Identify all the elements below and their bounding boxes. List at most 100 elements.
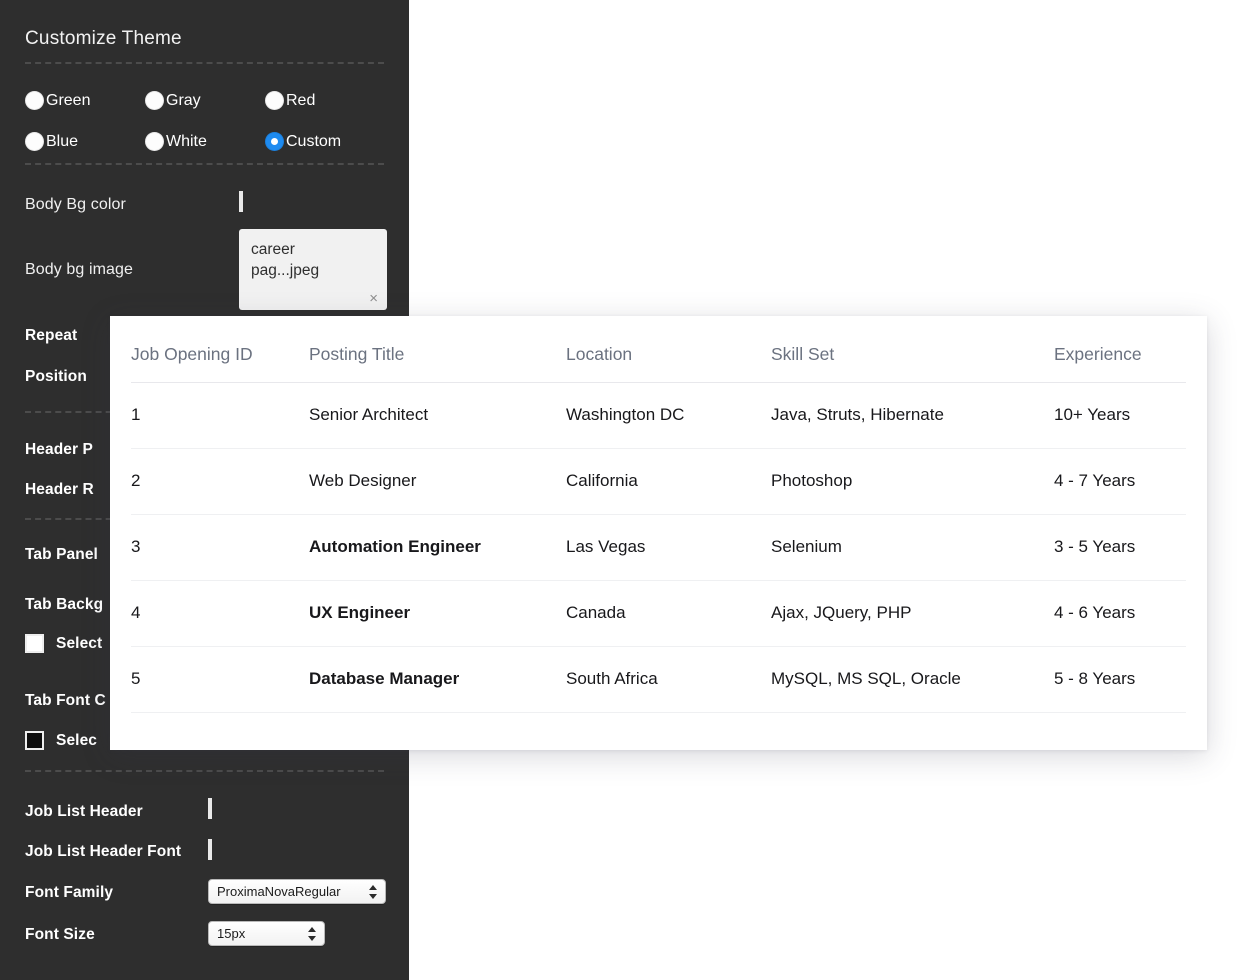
theme-radio-group: Green Gray Red Blue White Custom xyxy=(25,80,385,162)
field-label: Job List Header xyxy=(25,803,143,821)
field-font-size: Font Size xyxy=(25,926,95,944)
field-label: Body bg image xyxy=(25,261,133,279)
cell-experience: 4 - 7 Years xyxy=(1054,449,1186,515)
column-header-location[interactable]: Location xyxy=(566,316,771,383)
radio-label: Gray xyxy=(166,92,201,110)
divider xyxy=(25,62,384,64)
font-family-select[interactable]: ProximaNovaRegular xyxy=(208,879,386,904)
field-label: Header P xyxy=(25,441,93,459)
cell-location: Canada xyxy=(566,581,771,647)
body-bg-color-swatch[interactable] xyxy=(239,193,243,211)
radio-icon[interactable] xyxy=(145,132,164,151)
cell-skill-set: Selenium xyxy=(771,515,1054,581)
cell-job-opening-id: 1 xyxy=(131,383,309,449)
field-repeat: Repeat xyxy=(25,327,77,345)
panel-title: Customize Theme xyxy=(25,28,182,50)
table-row[interactable]: 4 UX Engineer Canada Ajax, JQuery, PHP 4… xyxy=(131,581,1186,647)
cell-experience: 10+ Years xyxy=(1054,383,1186,449)
cell-location: Las Vegas xyxy=(566,515,771,581)
field-body-bg-image: Body bg image xyxy=(25,261,133,279)
field-label: Header R xyxy=(25,481,94,499)
job-list-preview-panel: Job Opening ID Posting Title Location Sk… xyxy=(110,316,1207,750)
field-font-family: Font Family xyxy=(25,884,113,902)
radio-icon[interactable] xyxy=(25,132,44,151)
select-label: Selec xyxy=(56,732,97,750)
tab-background-color-picker[interactable]: Select xyxy=(25,634,102,653)
table-row[interactable]: 3 Automation Engineer Las Vegas Selenium… xyxy=(131,515,1186,581)
field-label: Repeat xyxy=(25,327,77,345)
field-header-p: Header P xyxy=(25,441,93,459)
radio-label: Green xyxy=(46,92,90,110)
radio-label: Blue xyxy=(46,133,78,151)
table-row[interactable]: 2 Web Designer California Photoshop 4 - … xyxy=(131,449,1186,515)
field-position: Position xyxy=(25,368,87,386)
cell-skill-set: Java, Struts, Hibernate xyxy=(771,383,1054,449)
color-swatch-icon[interactable] xyxy=(25,634,44,653)
job-list-header-swatch[interactable] xyxy=(208,800,212,818)
font-size-select[interactable]: 15px xyxy=(208,921,325,946)
radio-option-gray[interactable]: Gray xyxy=(145,91,265,110)
theme-radio-row: Blue White Custom xyxy=(25,121,385,162)
file-name-line1: career xyxy=(251,239,375,260)
radio-option-blue[interactable]: Blue xyxy=(25,132,145,151)
cell-job-opening-id: 4 xyxy=(131,581,309,647)
stepper-arrows-icon[interactable] xyxy=(308,926,317,942)
cell-skill-set: Ajax, JQuery, PHP xyxy=(771,581,1054,647)
file-name-line2: pag...jpeg xyxy=(251,260,375,281)
radio-option-white[interactable]: White xyxy=(145,132,265,151)
field-body-bg-color: Body Bg color xyxy=(25,196,126,214)
field-label: Tab Font C xyxy=(25,692,106,710)
stepper-arrows-icon[interactable] xyxy=(369,884,378,900)
field-label: Tab Panel xyxy=(25,546,98,564)
radio-option-green[interactable]: Green xyxy=(25,91,145,110)
tab-font-color-picker[interactable]: Selec xyxy=(25,731,97,750)
color-swatch-icon[interactable] xyxy=(239,191,243,212)
radio-label: Custom xyxy=(286,133,341,151)
cell-job-opening-id: 5 xyxy=(131,647,309,713)
radio-icon[interactable] xyxy=(25,91,44,110)
theme-radio-row: Green Gray Red xyxy=(25,80,385,121)
radio-option-red[interactable]: Red xyxy=(265,91,385,110)
column-header-skill-set[interactable]: Skill Set xyxy=(771,316,1054,383)
color-swatch-icon[interactable] xyxy=(25,731,44,750)
radio-label: White xyxy=(166,133,207,151)
job-list-header-font-swatch[interactable] xyxy=(208,841,212,859)
cell-posting-title: UX Engineer xyxy=(309,581,566,647)
cell-location: California xyxy=(566,449,771,515)
field-tab-background: Tab Backg xyxy=(25,596,103,614)
cell-location: South Africa xyxy=(566,647,771,713)
cell-skill-set: Photoshop xyxy=(771,449,1054,515)
field-label: Font Size xyxy=(25,926,95,944)
divider xyxy=(25,163,384,165)
cell-location: Washington DC xyxy=(566,383,771,449)
font-family-value: ProximaNovaRegular xyxy=(217,884,341,899)
body-bg-image-filebox[interactable]: career pag...jpeg × xyxy=(239,229,387,310)
field-header-r: Header R xyxy=(25,481,94,499)
table-row[interactable]: 1 Senior Architect Washington DC Java, S… xyxy=(131,383,1186,449)
radio-icon[interactable] xyxy=(145,91,164,110)
field-label: Position xyxy=(25,368,87,386)
select-label: Select xyxy=(56,635,102,653)
color-swatch-icon[interactable] xyxy=(208,798,212,819)
column-header-posting-title[interactable]: Posting Title xyxy=(309,316,566,383)
field-job-list-header-font: Job List Header Font xyxy=(25,843,181,861)
field-label: Job List Header Font xyxy=(25,843,181,861)
radio-icon[interactable] xyxy=(265,91,284,110)
column-header-experience[interactable]: Experience xyxy=(1054,316,1186,383)
font-size-value: 15px xyxy=(217,926,245,941)
field-tab-panel: Tab Panel xyxy=(25,546,98,564)
cell-skill-set: MySQL, MS SQL, Oracle xyxy=(771,647,1054,713)
cell-experience: 4 - 6 Years xyxy=(1054,581,1186,647)
table-row[interactable]: 5 Database Manager South Africa MySQL, M… xyxy=(131,647,1186,713)
radio-option-custom[interactable]: Custom xyxy=(265,132,385,151)
job-list-table: Job Opening ID Posting Title Location Sk… xyxy=(131,316,1186,713)
divider xyxy=(25,770,384,772)
column-header-job-opening-id[interactable]: Job Opening ID xyxy=(131,316,309,383)
field-label: Body Bg color xyxy=(25,196,126,214)
remove-file-icon[interactable]: × xyxy=(369,291,378,306)
cell-experience: 5 - 8 Years xyxy=(1054,647,1186,713)
field-label: Tab Backg xyxy=(25,596,103,614)
radio-icon-selected[interactable] xyxy=(265,132,284,151)
field-tab-font-color: Tab Font C xyxy=(25,692,106,710)
color-swatch-icon[interactable] xyxy=(208,839,212,860)
